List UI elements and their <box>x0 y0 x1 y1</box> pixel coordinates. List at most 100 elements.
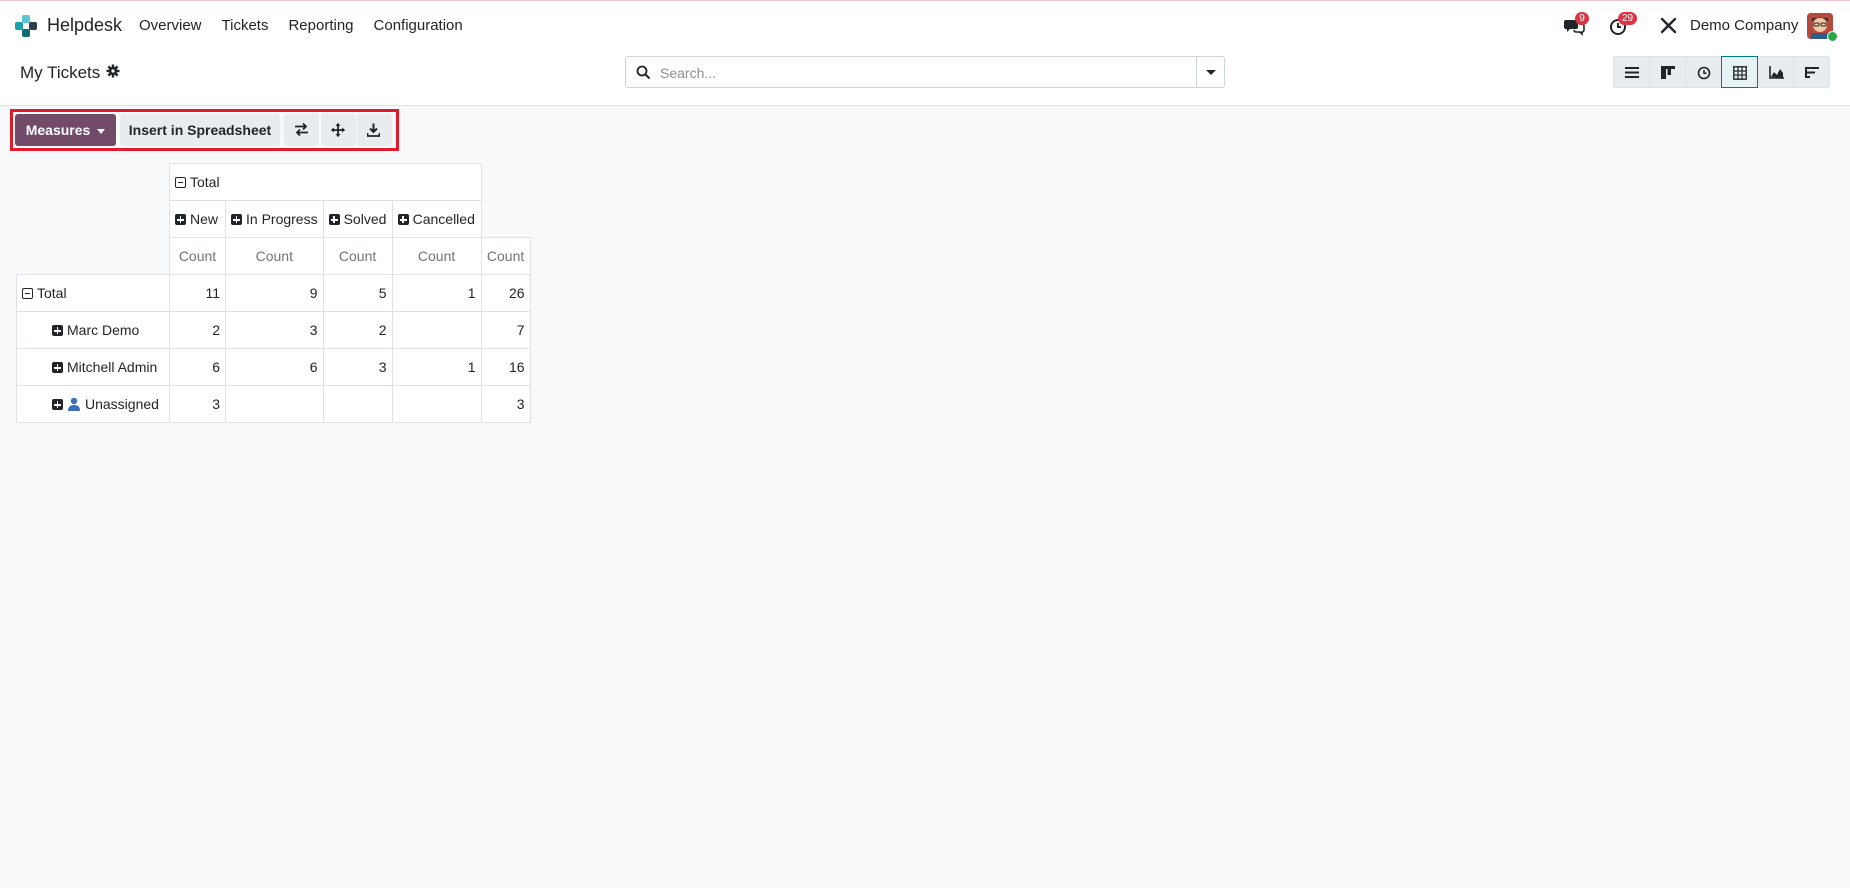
pivot-table: Total New In Progress Solved Cancelled C… <box>16 163 531 423</box>
pivot-col-header-in-progress[interactable]: In Progress <box>225 200 324 238</box>
pivot-cell-total[interactable]: 3 <box>480 385 531 423</box>
collapse-icon <box>175 177 186 188</box>
cohort-view-icon <box>1805 67 1819 78</box>
pivot-col-header-cancelled[interactable]: Cancelled <box>391 200 482 238</box>
expand-icon <box>328 214 340 225</box>
pivot-cell[interactable]: 6 <box>169 348 226 386</box>
download-icon <box>367 123 380 137</box>
insert-label: Insert in Spreadsheet <box>128 122 272 138</box>
pivot-row-total-header[interactable]: Total <box>16 274 170 312</box>
measures-label: Measures <box>25 122 91 138</box>
menu-reporting[interactable]: Reporting <box>278 17 363 34</box>
graph-view-icon <box>1769 66 1784 79</box>
page-title: My Tickets <box>20 63 101 82</box>
pivot-cell[interactable]: 2 <box>322 311 393 349</box>
messages-badge: 9 <box>1575 12 1589 25</box>
pivot-row-header-unassigned[interactable]: Unassigned <box>16 385 170 423</box>
helpdesk-logo-icon[interactable] <box>15 15 37 37</box>
col-label: New <box>190 211 219 227</box>
kanban-view-button[interactable] <box>1649 56 1686 88</box>
pivot-cell[interactable]: 3 <box>322 348 393 386</box>
pivot-total-row: Total 11 9 5 1 26 <box>16 274 531 312</box>
row-label: Marc Demo <box>67 322 140 338</box>
col-label: Cancelled <box>412 211 475 227</box>
measure-header[interactable]: Count <box>225 237 324 275</box>
col-group-label: Total <box>190 174 220 190</box>
insert-in-spreadsheet-button[interactable]: Insert in Spreadsheet <box>120 114 280 146</box>
pivot-row-header-marc-demo[interactable]: Marc Demo <box>16 311 170 349</box>
pivot-cell[interactable]: 3 <box>225 311 324 349</box>
pivot-cell[interactable]: 1 <box>391 348 482 386</box>
pivot-cell[interactable] <box>322 385 393 423</box>
expand-icon <box>231 214 242 225</box>
search-icon <box>636 65 651 80</box>
measure-header[interactable]: Count <box>322 237 393 275</box>
pivot-view-icon <box>1733 66 1747 80</box>
online-status-indicator <box>1827 31 1838 42</box>
row-label: Mitchell Admin <box>67 359 158 375</box>
pivot-cell[interactable]: 1 <box>391 274 482 312</box>
debug-tools-icon[interactable] <box>1660 17 1677 34</box>
activity-view-icon <box>1697 66 1711 80</box>
person-icon <box>68 397 80 411</box>
pivot-cell-total[interactable]: 16 <box>480 348 531 386</box>
pivot-cell[interactable]: 9 <box>225 274 324 312</box>
control-panel: My Tickets <box>0 49 1850 106</box>
pivot-header-row-group: Total <box>17 163 531 201</box>
search-input[interactable] <box>658 61 1202 85</box>
pivot-cell-total[interactable]: 7 <box>480 311 531 349</box>
caret-down-icon <box>97 128 106 134</box>
search-options-toggle[interactable] <box>1196 57 1224 87</box>
measure-header[interactable]: Count <box>169 237 226 275</box>
exchange-arrows-icon <box>295 123 308 136</box>
expand-icon <box>397 214 409 225</box>
pivot-view-button[interactable] <box>1721 56 1758 88</box>
expand-all-button[interactable] <box>321 114 356 146</box>
pivot-corner <box>17 164 170 201</box>
cohort-view-button[interactable] <box>1793 56 1830 88</box>
pivot-header-row-columns: New In Progress Solved Cancelled <box>17 200 531 238</box>
pivot-cell[interactable]: 11 <box>169 274 226 312</box>
caret-down-icon <box>1206 70 1216 75</box>
pivot-corner <box>17 201 170 238</box>
pivot-row-header-mitchell-admin[interactable]: Mitchell Admin <box>16 348 170 386</box>
pivot-cell[interactable] <box>391 311 482 349</box>
messages-tray[interactable]: 9 <box>1564 12 1589 37</box>
pivot-cell[interactable] <box>225 385 324 423</box>
measure-header[interactable]: Count <box>480 237 531 275</box>
pivot-cell[interactable]: 6 <box>225 348 324 386</box>
menu-overview[interactable]: Overview <box>139 17 212 34</box>
pivot-cell[interactable]: 2 <box>169 311 226 349</box>
gear-icon[interactable] <box>106 64 120 78</box>
pivot-row: Marc Demo 2 3 2 7 <box>16 311 531 349</box>
col-label: In Progress <box>246 211 318 227</box>
graph-view-button[interactable] <box>1757 56 1794 88</box>
kanban-view-icon <box>1661 66 1675 79</box>
pivot-cell[interactable] <box>391 385 482 423</box>
activity-view-button[interactable] <box>1685 56 1722 88</box>
pivot-cell-total[interactable]: 26 <box>480 274 531 312</box>
menu-configuration[interactable]: Configuration <box>364 17 473 34</box>
activities-badge: 29 <box>1618 12 1638 25</box>
download-xlsx-button[interactable] <box>357 114 392 146</box>
collapse-icon <box>22 288 33 299</box>
search-bar <box>625 56 1225 88</box>
top-navbar: Helpdesk Overview Tickets Reporting Conf… <box>0 0 1850 49</box>
pivot-row: Mitchell Admin 6 6 3 1 16 <box>16 348 531 386</box>
company-switcher[interactable]: Demo Company <box>1690 17 1798 34</box>
pivot-col-header-new[interactable]: New <box>169 200 226 238</box>
pivot-col-total-header[interactable]: Total <box>169 163 482 201</box>
pivot-cell[interactable]: 3 <box>169 385 226 423</box>
activities-tray[interactable]: 29 <box>1609 12 1638 37</box>
measures-button[interactable]: Measures <box>15 114 116 146</box>
app-name[interactable]: Helpdesk <box>47 15 122 36</box>
pivot-col-header-solved[interactable]: Solved <box>322 200 393 238</box>
row-group-label: Total <box>37 285 67 301</box>
pivot-cell[interactable]: 5 <box>322 274 393 312</box>
view-switcher <box>1613 56 1830 88</box>
list-view-button[interactable] <box>1613 56 1650 88</box>
measure-header[interactable]: Count <box>391 237 482 275</box>
flip-axis-button[interactable] <box>284 114 319 146</box>
pivot-header-spacer <box>481 164 530 201</box>
menu-tickets[interactable]: Tickets <box>212 17 279 34</box>
